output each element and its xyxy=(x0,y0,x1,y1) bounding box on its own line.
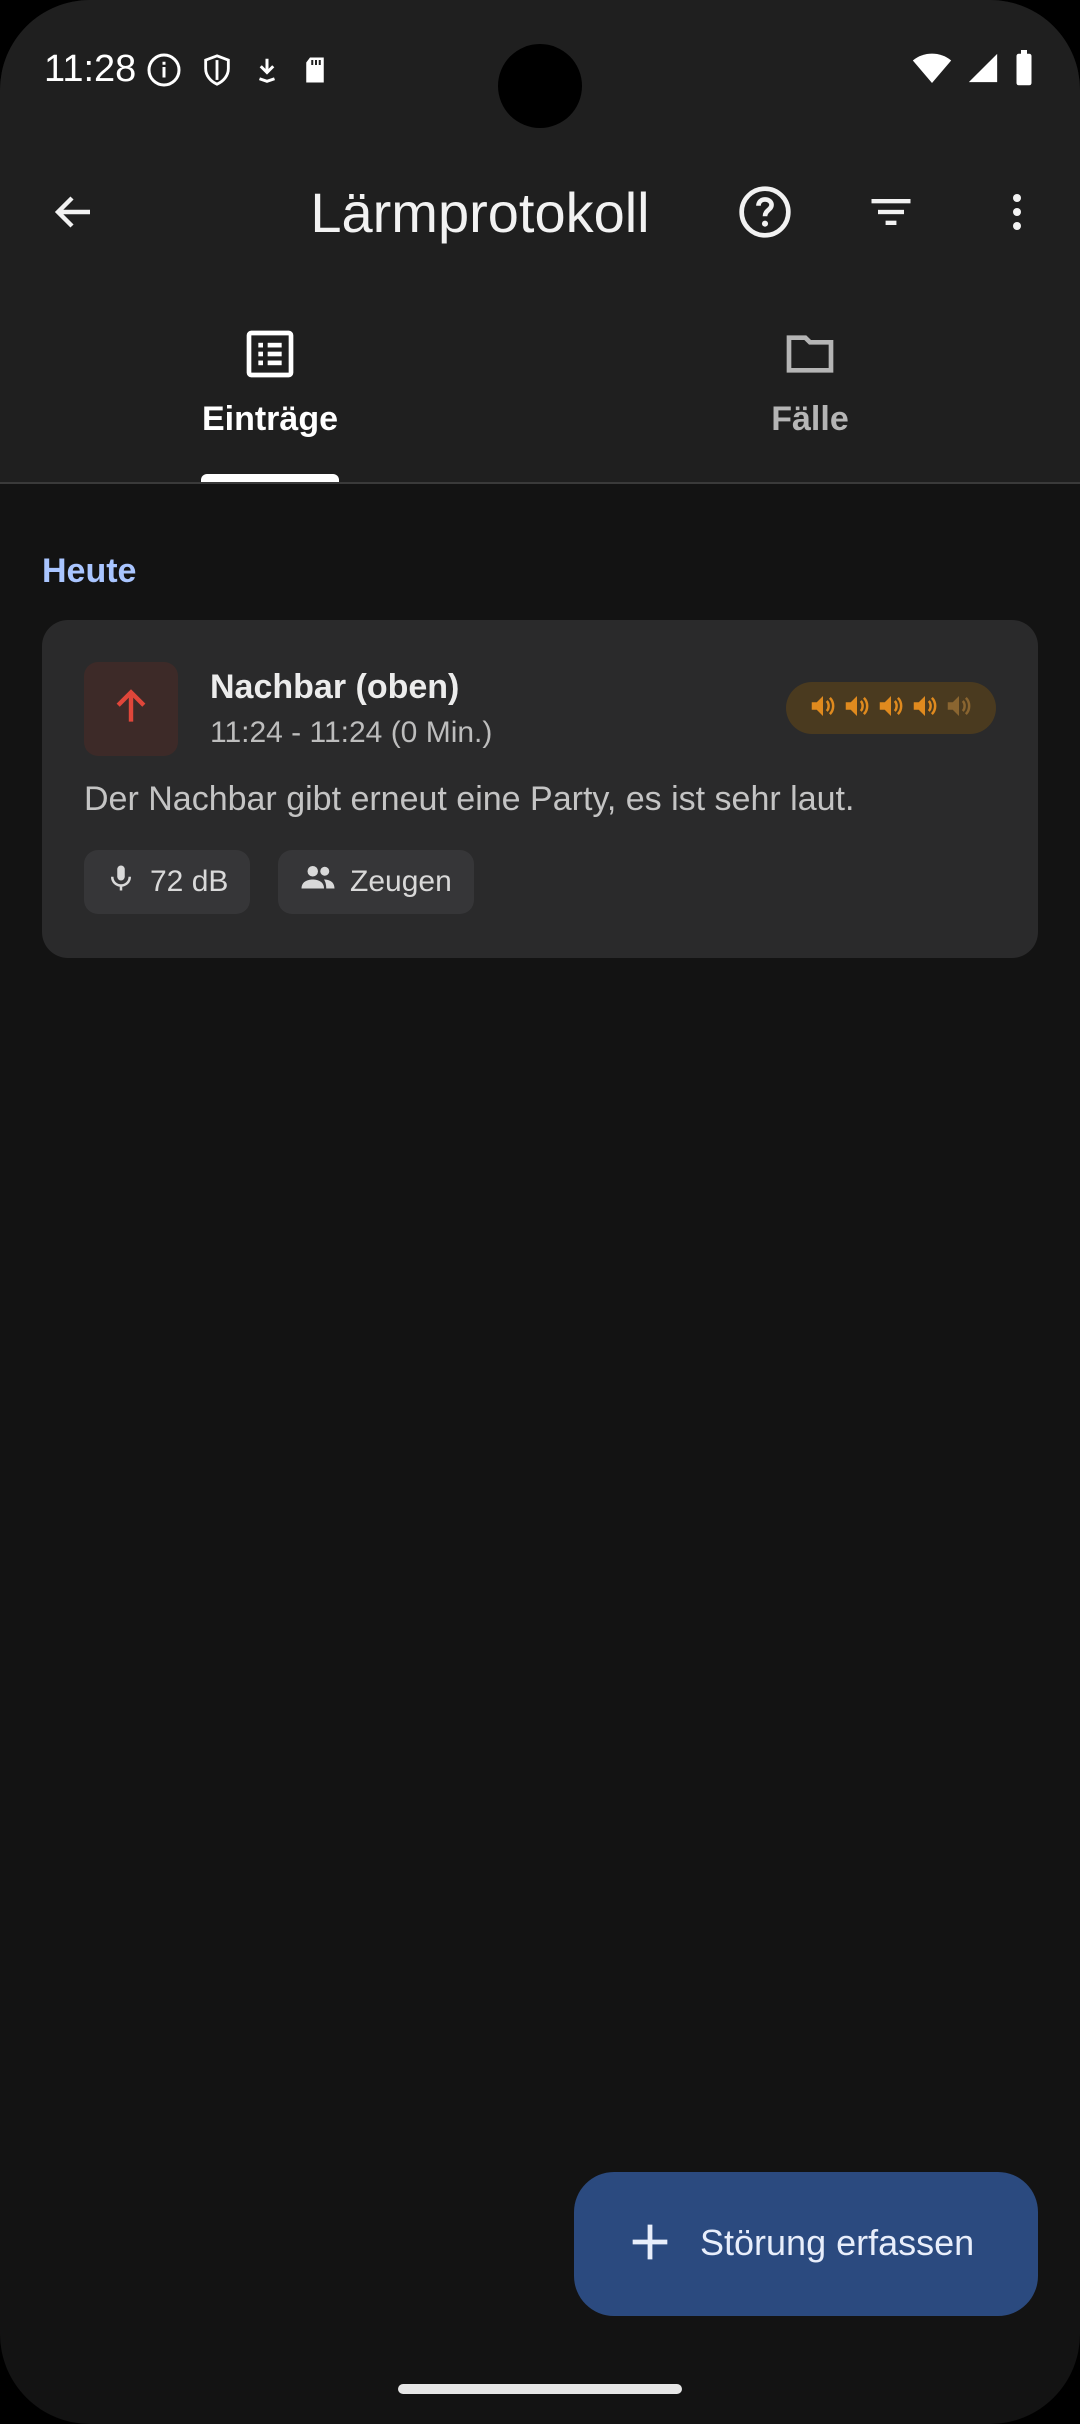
app-screen: 11:28 Lärmprotokoll Einträge Fälle Heute… xyxy=(0,0,1080,2424)
volume-icon xyxy=(944,691,974,726)
folder-icon xyxy=(781,326,839,387)
people-icon xyxy=(300,863,336,901)
filter-button[interactable] xyxy=(851,174,931,254)
status-icons-right xyxy=(912,50,1034,91)
info-icon xyxy=(146,52,182,93)
add-disturbance-button[interactable]: Störung erfassen xyxy=(574,2172,1038,2316)
entry-card[interactable]: Nachbar (oben) 11:24 - 11:24 (0 Min.) De… xyxy=(42,620,1038,958)
volume-icon xyxy=(876,691,906,726)
status-icons-left xyxy=(146,52,330,93)
help-button[interactable] xyxy=(725,174,805,254)
battery-icon xyxy=(1014,50,1034,91)
app-bar: Lärmprotokoll xyxy=(0,140,1080,290)
list-icon xyxy=(242,326,298,387)
fab-label: Störung erfassen xyxy=(700,2222,975,2263)
home-indicator[interactable] xyxy=(398,2384,682,2394)
tab-indicator xyxy=(201,474,339,482)
plus-icon xyxy=(624,2216,676,2273)
page-title: Lärmprotokoll xyxy=(310,181,650,244)
wifi-icon xyxy=(912,51,952,90)
chip-decibel-label: 72 dB xyxy=(150,865,229,898)
loudness-level-pill xyxy=(786,682,996,734)
sd-card-icon xyxy=(300,53,330,92)
entry-title: Nachbar (oben) xyxy=(210,668,460,706)
download-icon xyxy=(252,53,282,92)
tab-bar: Einträge Fälle xyxy=(0,290,1080,484)
volume-icon xyxy=(910,691,940,726)
entry-description: Der Nachbar gibt erneut eine Party, es i… xyxy=(84,780,855,818)
chip-decibel: 72 dB xyxy=(84,850,251,914)
signal-icon xyxy=(966,51,1000,90)
help-icon xyxy=(737,184,793,245)
tab-eintraege-label: Einträge xyxy=(201,400,339,438)
tab-faelle[interactable]: Fälle xyxy=(540,290,1080,482)
tab-faelle-label: Fälle xyxy=(771,400,849,438)
mic-icon xyxy=(106,861,136,903)
back-button[interactable] xyxy=(34,174,114,254)
status-time: 11:28 xyxy=(44,48,137,90)
arrow-up-icon xyxy=(109,685,153,734)
tab-eintraege[interactable]: Einträge xyxy=(0,290,540,482)
filter-icon xyxy=(865,186,917,243)
entry-direction-badge xyxy=(84,662,178,756)
volume-icon xyxy=(842,691,872,726)
section-heading-today: Heute xyxy=(42,552,137,590)
chip-witnesses-label: Zeugen xyxy=(350,865,452,898)
chip-witnesses: Zeugen xyxy=(278,850,474,914)
volume-icon xyxy=(808,691,838,726)
shield-icon xyxy=(200,52,234,93)
arrow-back-icon xyxy=(50,188,98,241)
entry-time-range: 11:24 - 11:24 (0 Min.) xyxy=(210,716,493,749)
more-options-button[interactable] xyxy=(977,174,1057,254)
more-vert-icon xyxy=(993,186,1041,243)
camera-cutout xyxy=(498,44,582,128)
status-bar: 11:28 xyxy=(0,0,1080,140)
